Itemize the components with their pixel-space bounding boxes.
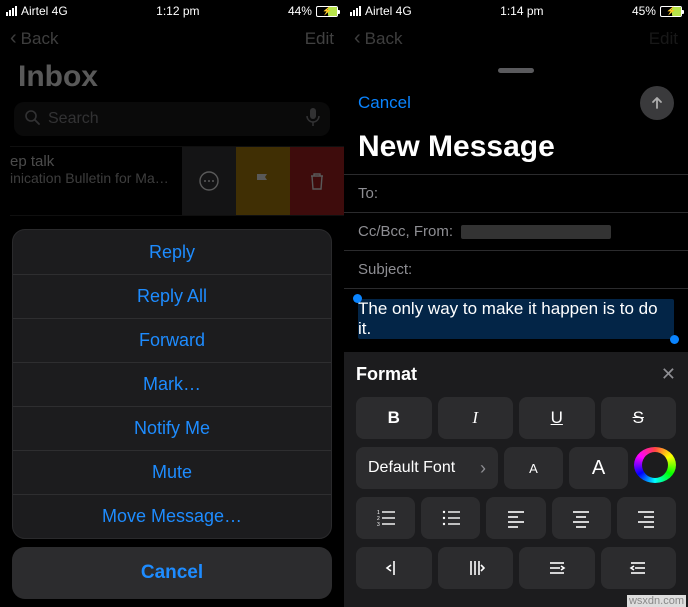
watermark: wsxdn.com [627, 595, 686, 607]
edit-button: Edit [649, 29, 678, 49]
subject-field[interactable]: Subject: [344, 250, 688, 288]
underline-button[interactable]: U [519, 397, 595, 439]
status-bar: Airtel 4G 1:12 pm 44% ⚡ [0, 0, 344, 22]
font-size-decrease[interactable]: A [504, 447, 563, 489]
compose-cancel-button[interactable]: Cancel [358, 93, 411, 113]
search-placeholder: Search [48, 110, 99, 128]
swipe-flag-button[interactable] [236, 147, 290, 215]
mic-icon[interactable] [306, 108, 320, 131]
back-button: ‹Back [354, 29, 402, 49]
cc-bcc-from-field[interactable]: Cc/Bcc, From: [344, 212, 688, 250]
italic-button[interactable]: I [438, 397, 514, 439]
search-input[interactable]: Search [14, 102, 330, 136]
signal-icon [350, 6, 361, 16]
compose-title: New Message [344, 120, 688, 174]
phone-right: Airtel 4G 1:14 pm 45% ⚡ ‹Back Edit Cance… [344, 0, 688, 607]
sheet-grabber[interactable] [344, 56, 688, 84]
navbar-dimmed: ‹Back Edit [344, 22, 688, 56]
text-color-button[interactable] [634, 447, 676, 483]
carrier-label: Airtel 4G [21, 4, 68, 18]
phone-left: Airtel 4G 1:12 pm 44% ⚡ ‹Back Edit Inbox… [0, 0, 344, 607]
action-sheet-options: Reply Reply All Forward Mark… Notify Me … [12, 229, 332, 539]
bulleted-list-button[interactable] [421, 497, 480, 539]
edit-button[interactable]: Edit [305, 29, 334, 49]
close-icon[interactable]: ✕ [661, 364, 676, 385]
send-button[interactable] [640, 86, 674, 120]
navbar: ‹Back Edit [0, 22, 344, 56]
svg-text:3: 3 [377, 522, 380, 528]
signal-icon [6, 6, 17, 16]
battery-percent: 44% [288, 4, 312, 18]
swipe-more-button[interactable] [182, 147, 236, 215]
mail-preview: inication Bulletin for Ma… [10, 170, 334, 186]
align-left-button[interactable] [486, 497, 545, 539]
action-sheet: Reply Reply All Forward Mark… Notify Me … [12, 229, 332, 599]
clock: 1:12 pm [156, 4, 199, 18]
swipe-actions [182, 147, 344, 215]
mail-row[interactable]: 12:07 pm ep talk inication Bulletin for … [0, 147, 344, 192]
opt-reply-all[interactable]: Reply All [13, 274, 331, 318]
back-button[interactable]: ‹Back [10, 29, 58, 49]
swipe-delete-button[interactable] [290, 147, 344, 215]
indent-button[interactable] [438, 547, 514, 589]
mail-time: 12:07 pm [284, 153, 334, 167]
selected-text[interactable]: The only way to make it happen is to do … [358, 299, 674, 339]
bold-button[interactable]: B [356, 397, 432, 439]
search-icon [24, 109, 40, 130]
battery-percent: 45% [632, 4, 656, 18]
carrier-label: Airtel 4G [365, 4, 412, 18]
opt-move[interactable]: Move Message… [13, 494, 331, 538]
format-title: Format [356, 364, 417, 385]
text-direction-ltr-button[interactable] [519, 547, 595, 589]
format-panel: Format ✕ B I U S Default Font› A A 123 [344, 352, 688, 607]
battery-icon: ⚡ [660, 6, 682, 17]
chevron-right-icon: › [480, 458, 486, 479]
chevron-left-icon: ‹ [354, 28, 361, 48]
font-picker[interactable]: Default Font› [356, 447, 498, 489]
clock: 1:14 pm [500, 4, 543, 18]
action-sheet-cancel[interactable]: Cancel [12, 547, 332, 599]
opt-mark[interactable]: Mark… [13, 362, 331, 406]
to-field[interactable]: To: [344, 174, 688, 212]
outdent-button[interactable] [356, 547, 432, 589]
chevron-left-icon: ‹ [10, 28, 17, 48]
align-right-button[interactable] [617, 497, 676, 539]
from-address-redacted [461, 225, 611, 239]
battery-icon: ⚡ [316, 6, 338, 17]
page-title: Inbox [0, 56, 344, 102]
opt-forward[interactable]: Forward [13, 318, 331, 362]
text-direction-rtl-button[interactable] [601, 547, 677, 589]
mail-sender: ep talk [10, 153, 334, 170]
align-center-button[interactable] [552, 497, 611, 539]
numbered-list-button[interactable]: 123 [356, 497, 415, 539]
font-size-increase[interactable]: A [569, 447, 628, 489]
status-bar: Airtel 4G 1:14 pm 45% ⚡ [344, 0, 688, 22]
opt-mute[interactable]: Mute [13, 450, 331, 494]
strike-button[interactable]: S [601, 397, 677, 439]
opt-notify[interactable]: Notify Me [13, 406, 331, 450]
opt-reply[interactable]: Reply [13, 230, 331, 274]
